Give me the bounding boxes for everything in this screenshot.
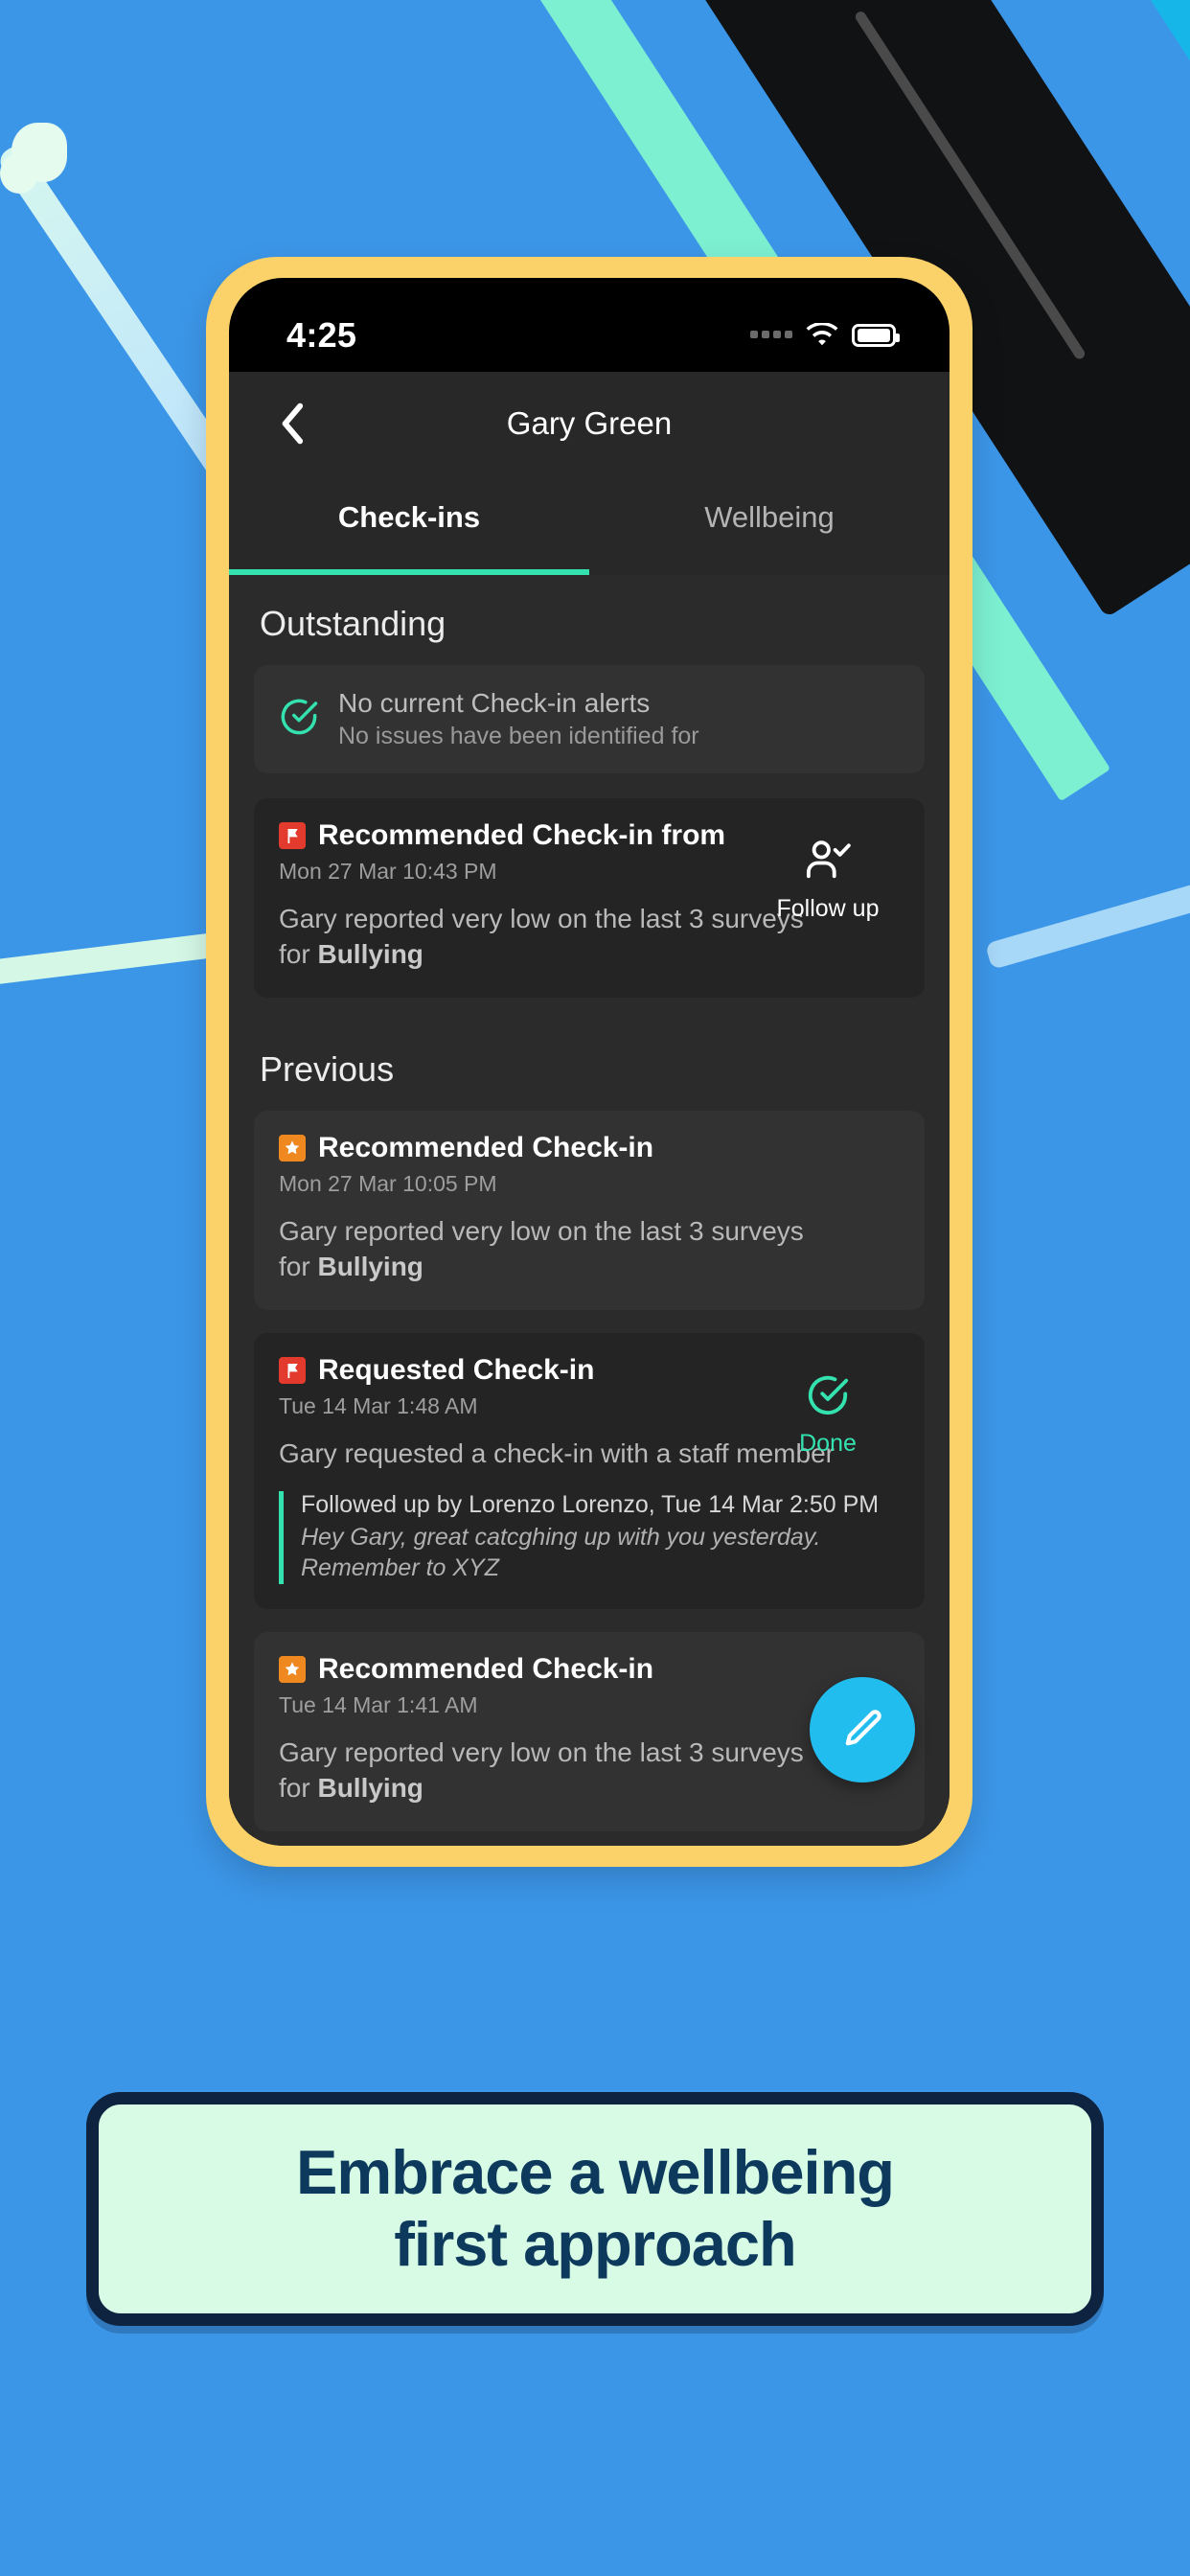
- followup-note: Followed up by Lorenzo Lorenzo, Tue 14 M…: [279, 1490, 900, 1584]
- caption-line-2: first approach: [394, 2209, 796, 2279]
- wifi-icon: [806, 321, 838, 348]
- tab-check-ins[interactable]: Check-ins: [229, 475, 589, 575]
- tab-wellbeing[interactable]: Wellbeing: [589, 475, 950, 575]
- checkin-card-previous-1[interactable]: Recommended Check-in Mon 27 Mar 10:05 PM…: [254, 1110, 925, 1310]
- done-status[interactable]: Done: [766, 1373, 890, 1458]
- deco-blob-small: [0, 153, 38, 194]
- checkin-card-previous-2[interactable]: Requested Check-in Tue 14 Mar 1:48 AM Ga…: [254, 1332, 925, 1609]
- star-icon: [279, 1134, 306, 1162]
- no-alerts-subtitle: No issues have been identified for: [338, 723, 699, 749]
- compose-fab-button[interactable]: [810, 1677, 915, 1782]
- phone-frame: 4:25 Gary Green Check-ins Wellbeing Outs…: [206, 257, 973, 1867]
- no-alerts-title: No current Check-in alerts: [338, 688, 651, 718]
- card-header: Recommended Check-in: [279, 1132, 900, 1164]
- deco-blue-stripe-right: [985, 851, 1190, 970]
- chevron-left-icon: [282, 402, 304, 445]
- card-body-topic: Bullying: [317, 938, 423, 969]
- screenshot-stage: 4:25 Gary Green Check-ins Wellbeing Outs…: [0, 0, 1190, 2576]
- card-body: Gary reported very low on the last 3 sur…: [279, 1214, 835, 1285]
- nav-bar: Gary Green: [229, 372, 950, 475]
- back-button[interactable]: [269, 402, 313, 446]
- card-header: Recommended Check-in: [279, 1653, 900, 1686]
- status-bar-clock: 4:25: [286, 315, 357, 355]
- card-body: Gary reported very low on the last 3 sur…: [279, 1736, 835, 1806]
- signal-dots-icon: [750, 330, 792, 341]
- status-bar: 4:25: [229, 278, 950, 372]
- card-body: Gary requested a check-in with a staff m…: [279, 1437, 835, 1472]
- follow-up-label: Follow up: [776, 895, 880, 922]
- no-alerts-text: No current Check-in alerts No issues hav…: [338, 688, 699, 750]
- section-heading-outstanding: Outstanding: [260, 604, 446, 643]
- check-circle-icon: [806, 1373, 850, 1422]
- follow-up-button[interactable]: Follow up: [766, 839, 890, 923]
- pencil-icon: [845, 1710, 881, 1746]
- followup-note-body: Hey Gary, great catcghing up with you ye…: [301, 1523, 821, 1582]
- status-bar-indicators: [750, 321, 900, 348]
- no-alerts-card[interactable]: No current Check-in alerts No issues hav…: [254, 665, 925, 773]
- deco-blob: [11, 123, 67, 182]
- caption-text: Embrace a wellbeing first approach: [295, 2137, 895, 2281]
- card-body-topic: Bullying: [317, 1251, 423, 1281]
- page-title: Gary Green: [506, 405, 673, 441]
- deco-cyan-stripe: [969, 0, 1190, 524]
- card-timestamp: Mon 27 Mar 10:05 PM: [279, 1170, 497, 1196]
- flag-icon: [279, 822, 306, 849]
- caption-line-1: Embrace a wellbeing: [295, 2137, 895, 2208]
- followup-note-header: Followed up by Lorenzo Lorenzo, Tue 14 M…: [301, 1490, 880, 1518]
- card-title: Recommended Check-in: [318, 1652, 654, 1685]
- card-title: Recommended Check-in from: [318, 819, 726, 851]
- card-title: Requested Check-in: [318, 1353, 595, 1386]
- phone-screen: 4:25 Gary Green Check-ins Wellbeing Outs…: [229, 278, 950, 1846]
- tab-bar: Check-ins Wellbeing: [229, 475, 950, 575]
- section-heading-previous: Previous: [260, 1048, 395, 1089]
- checkin-card-outstanding[interactable]: Recommended Check-in from Mon 27 Mar 10:…: [254, 798, 925, 998]
- caption-banner: Embrace a wellbeing first approach: [86, 2092, 1104, 2326]
- card-body-text: Gary requested a check-in with a staff m…: [279, 1438, 835, 1468]
- person-check-icon: [804, 839, 852, 887]
- flag-icon: [279, 1356, 306, 1384]
- card-title: Recommended Check-in: [318, 1131, 654, 1163]
- battery-full-icon: [852, 324, 900, 347]
- star-icon: [279, 1655, 306, 1683]
- done-label: Done: [799, 1429, 857, 1457]
- check-circle-icon: [279, 697, 319, 742]
- card-timestamp: Tue 14 Mar 1:41 AM: [279, 1691, 478, 1717]
- checkins-list[interactable]: Outstanding No current Check-in alerts N…: [229, 575, 950, 1846]
- card-body: Gary reported very low on the last 3 sur…: [279, 902, 835, 973]
- card-body-topic: Bullying: [317, 1772, 423, 1803]
